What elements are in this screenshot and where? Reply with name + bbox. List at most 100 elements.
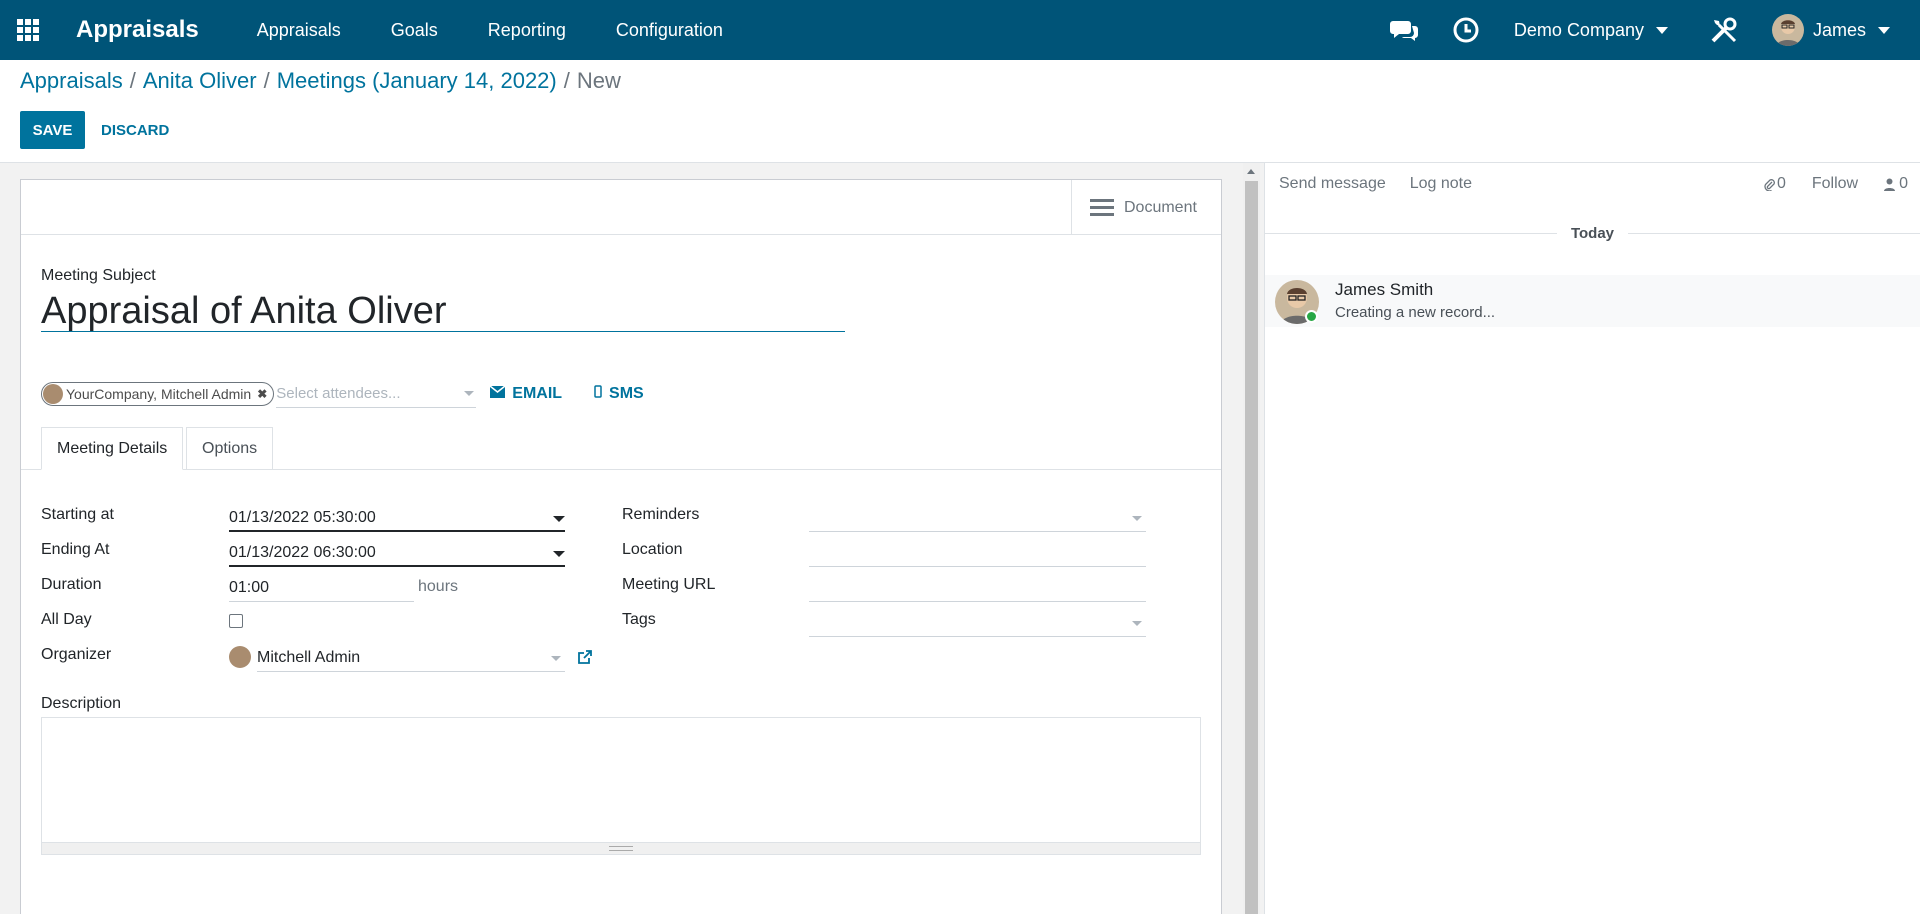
starting-at-label: Starting at bbox=[41, 506, 114, 523]
form-statusbar: Document bbox=[21, 180, 1221, 235]
top-navbar: Appraisals Appraisals Goals Reporting Co… bbox=[0, 0, 1920, 60]
message-body: Creating a new record... bbox=[1335, 304, 1496, 321]
discard-button[interactable]: DISCARD bbox=[101, 111, 169, 149]
meeting-subject-label: Meeting Subject bbox=[41, 267, 156, 284]
meeting-url-input[interactable] bbox=[809, 576, 1146, 602]
menu-configuration[interactable]: Configuration bbox=[616, 20, 723, 41]
meeting-subject-input[interactable]: Appraisal of Anita Oliver bbox=[41, 290, 845, 332]
grip-icon bbox=[609, 846, 633, 851]
chevron-down-icon bbox=[1132, 516, 1142, 521]
chevron-down-icon bbox=[1878, 26, 1890, 34]
all-day-label: All Day bbox=[41, 611, 92, 628]
breadcrumb-appraisals[interactable]: Appraisals bbox=[20, 68, 123, 94]
chatter-topbar: Send message Log note 0 Follow 0 bbox=[1265, 163, 1920, 205]
tab-options[interactable]: Options bbox=[186, 427, 274, 470]
attendee-tag-label: YourCompany, Mitchell Admin bbox=[66, 386, 252, 402]
paperclip-icon bbox=[1764, 179, 1775, 191]
breadcrumb-current: New bbox=[576, 68, 621, 93]
meeting-url-label: Meeting URL bbox=[622, 576, 716, 593]
send-message-button[interactable]: Send message bbox=[1279, 175, 1386, 193]
message-author[interactable]: James Smith bbox=[1335, 280, 1433, 300]
chevron-down-icon bbox=[551, 656, 561, 661]
email-label: EMAIL bbox=[512, 385, 563, 402]
organizer-value: Mitchell Admin bbox=[257, 649, 361, 666]
chevron-down-icon bbox=[464, 391, 475, 396]
company-name: Demo Company bbox=[1513, 19, 1644, 40]
ending-at-input[interactable]: 01/13/2022 06:30:00 bbox=[229, 541, 565, 567]
ending-at-label: Ending At bbox=[41, 541, 110, 558]
company-switcher[interactable]: Demo Company bbox=[1514, 20, 1668, 41]
scroll-up-arrow-icon[interactable] bbox=[1247, 169, 1255, 174]
user-icon bbox=[1884, 178, 1896, 191]
chatter-message: James Smith Creating a new record... bbox=[1265, 275, 1920, 327]
tags-select[interactable] bbox=[809, 611, 1146, 637]
description-editor[interactable] bbox=[41, 717, 1201, 855]
organizer-select[interactable]: Mitchell Admin bbox=[257, 646, 565, 672]
document-label: Document bbox=[1124, 198, 1197, 216]
breadcrumb-separator: / bbox=[129, 68, 136, 93]
menu-appraisals[interactable]: Appraisals bbox=[257, 20, 341, 41]
all-day-checkbox[interactable] bbox=[229, 614, 243, 628]
save-button[interactable]: SAVE bbox=[20, 111, 85, 149]
log-note-button[interactable]: Log note bbox=[1410, 175, 1472, 193]
activity-clock-icon[interactable] bbox=[1452, 16, 1480, 44]
apps-menu-icon[interactable] bbox=[0, 0, 56, 60]
resize-handle[interactable] bbox=[42, 842, 1200, 854]
tab-meeting-details[interactable]: Meeting Details bbox=[41, 427, 184, 470]
sms-button[interactable]: SMS bbox=[594, 385, 644, 403]
avatar bbox=[43, 384, 63, 404]
app-brand[interactable]: Appraisals bbox=[76, 16, 199, 44]
location-label: Location bbox=[622, 541, 683, 558]
starting-at-value: 01/13/2022 05:30:00 bbox=[229, 509, 376, 526]
menu-reporting[interactable]: Reporting bbox=[488, 20, 566, 41]
online-status-indicator bbox=[1305, 310, 1318, 323]
duration-label: Duration bbox=[41, 576, 102, 593]
attachments-count: 0 bbox=[1776, 175, 1786, 192]
duration-input[interactable]: 01:00 bbox=[229, 576, 414, 602]
form-scrollbar[interactable] bbox=[1243, 163, 1260, 914]
attendees-select[interactable]: Select attendees... bbox=[276, 380, 477, 408]
date-separator-label: Today bbox=[1570, 225, 1615, 242]
breadcrumb-employee[interactable]: Anita Oliver bbox=[143, 68, 257, 94]
chatter-panel: Send message Log note 0 Follow 0 Today J… bbox=[1264, 163, 1920, 914]
description-label: Description bbox=[41, 695, 122, 712]
ending-at-value: 01/13/2022 06:30:00 bbox=[229, 544, 376, 561]
sms-label: SMS bbox=[609, 385, 644, 402]
tags-label: Tags bbox=[622, 611, 656, 628]
breadcrumb-separator: / bbox=[263, 68, 270, 93]
remove-tag-icon[interactable]: ✖ bbox=[257, 387, 267, 401]
debug-tools-icon[interactable] bbox=[1710, 16, 1738, 44]
scroll-thumb[interactable] bbox=[1245, 181, 1258, 914]
chevron-down-icon bbox=[553, 516, 565, 522]
followers-button[interactable]: 0 bbox=[1884, 175, 1908, 193]
reminders-label: Reminders bbox=[622, 506, 700, 523]
organizer-label: Organizer bbox=[41, 646, 112, 663]
attendees-placeholder: Select attendees... bbox=[276, 385, 401, 402]
menu-lines-icon bbox=[1090, 199, 1114, 216]
breadcrumb-meetings[interactable]: Meetings (January 14, 2022) bbox=[277, 68, 557, 94]
content-area: Document Meeting Subject Appraisal of An… bbox=[0, 162, 1920, 914]
email-button[interactable]: EMAIL bbox=[489, 385, 563, 403]
form-tabs: Meeting Details Options bbox=[21, 427, 1221, 470]
starting-at-input[interactable]: 01/13/2022 05:30:00 bbox=[229, 506, 565, 532]
attendee-tag[interactable]: YourCompany, Mitchell Admin ✖ bbox=[41, 382, 275, 406]
avatar bbox=[229, 646, 251, 668]
external-link-icon[interactable] bbox=[577, 649, 593, 670]
envelope-icon bbox=[489, 385, 506, 403]
location-input[interactable] bbox=[809, 541, 1146, 567]
chat-icon[interactable] bbox=[1389, 16, 1418, 44]
chevron-down-icon bbox=[1132, 621, 1142, 626]
date-separator: Today bbox=[1265, 225, 1920, 242]
user-menu[interactable]: James bbox=[1771, 14, 1890, 46]
menu-goals[interactable]: Goals bbox=[391, 20, 438, 41]
attachments-button[interactable]: 0 bbox=[1763, 175, 1786, 193]
chevron-down-icon bbox=[1655, 26, 1668, 34]
follow-button[interactable]: Follow bbox=[1812, 175, 1858, 193]
user-name: James bbox=[1812, 19, 1866, 40]
mobile-phone-icon bbox=[594, 385, 602, 403]
duration-unit: hours bbox=[418, 578, 459, 595]
avatar bbox=[1771, 14, 1804, 46]
document-button[interactable]: Document bbox=[1071, 180, 1221, 235]
chevron-down-icon bbox=[553, 551, 565, 557]
reminders-select[interactable] bbox=[809, 506, 1146, 532]
